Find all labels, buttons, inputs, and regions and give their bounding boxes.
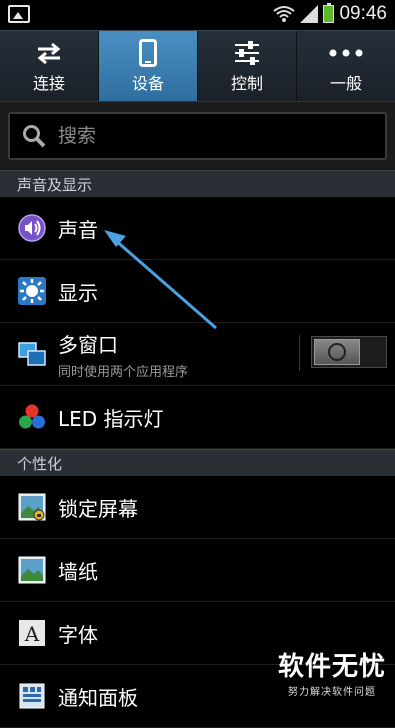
toggle-knob — [314, 339, 360, 365]
tab-connections[interactable]: 连接 — [0, 31, 99, 101]
item-label-notification-panel: 通知面板 — [58, 685, 138, 710]
status-bar: 09:46 — [0, 0, 395, 30]
item-label-lock-screen: 锁定屏幕 — [58, 496, 138, 521]
settings-item-multi-window[interactable]: 多窗口 同时使用两个应用程序 — [0, 323, 395, 386]
sliders-icon — [233, 38, 261, 68]
watermark-logo: 软件无忧 努力解决软件问题 — [277, 652, 386, 698]
tab-controls[interactable]: 控制 — [198, 31, 297, 101]
multi-window-toggle[interactable] — [311, 336, 387, 368]
search-icon — [23, 125, 46, 148]
gallery-notification-icon — [8, 5, 30, 23]
lock-screen-icon — [18, 493, 46, 521]
font-icon: A — [18, 619, 46, 647]
item-label-led: LED 指示灯 — [58, 406, 164, 431]
battery-icon — [323, 3, 335, 23]
wallpaper-icon — [18, 556, 46, 584]
section-header-personalization: 个性化 — [0, 449, 395, 476]
search-bar — [0, 101, 395, 170]
swap-arrows-icon — [36, 38, 62, 68]
notification-panel-icon — [18, 682, 46, 710]
settings-item-sound[interactable]: 声音 — [0, 197, 395, 260]
item-sublabel-multi-window: 同时使用两个应用程序 — [58, 364, 189, 380]
settings-item-lock-screen[interactable]: 锁定屏幕 — [0, 476, 395, 539]
brightness-icon — [18, 277, 46, 305]
item-label-wallpaper: 墙纸 — [58, 559, 98, 584]
search-input[interactable] — [56, 124, 320, 148]
item-label-sound: 声音 — [58, 217, 98, 242]
section-header-sound-display: 声音及显示 — [0, 170, 395, 197]
settings-tabs: 连接 设备 控制 一般 — [0, 30, 395, 101]
multi-window-icon — [18, 340, 46, 368]
wifi-icon — [273, 6, 296, 22]
toggle-divider — [299, 335, 300, 371]
item-label-multi-window: 多窗口 — [58, 332, 118, 357]
item-label-font: 字体 — [58, 622, 98, 647]
settings-item-wallpaper[interactable]: 墙纸 — [0, 539, 395, 602]
settings-item-display[interactable]: 显示 — [0, 260, 395, 323]
svg-text:A: A — [24, 622, 40, 646]
item-label-display: 显示 — [58, 280, 98, 305]
search-box[interactable] — [8, 112, 387, 160]
phone-device-icon — [139, 38, 157, 68]
clock: 09:46 — [339, 3, 387, 24]
more-dots-icon — [329, 38, 363, 68]
tab-general[interactable]: 一般 — [297, 31, 395, 101]
tab-device[interactable]: 设备 — [99, 31, 198, 101]
settings-item-led[interactable]: LED 指示灯 — [0, 386, 395, 449]
signal-icon — [300, 5, 319, 23]
speaker-icon — [18, 214, 46, 242]
led-dots-icon — [18, 403, 46, 431]
